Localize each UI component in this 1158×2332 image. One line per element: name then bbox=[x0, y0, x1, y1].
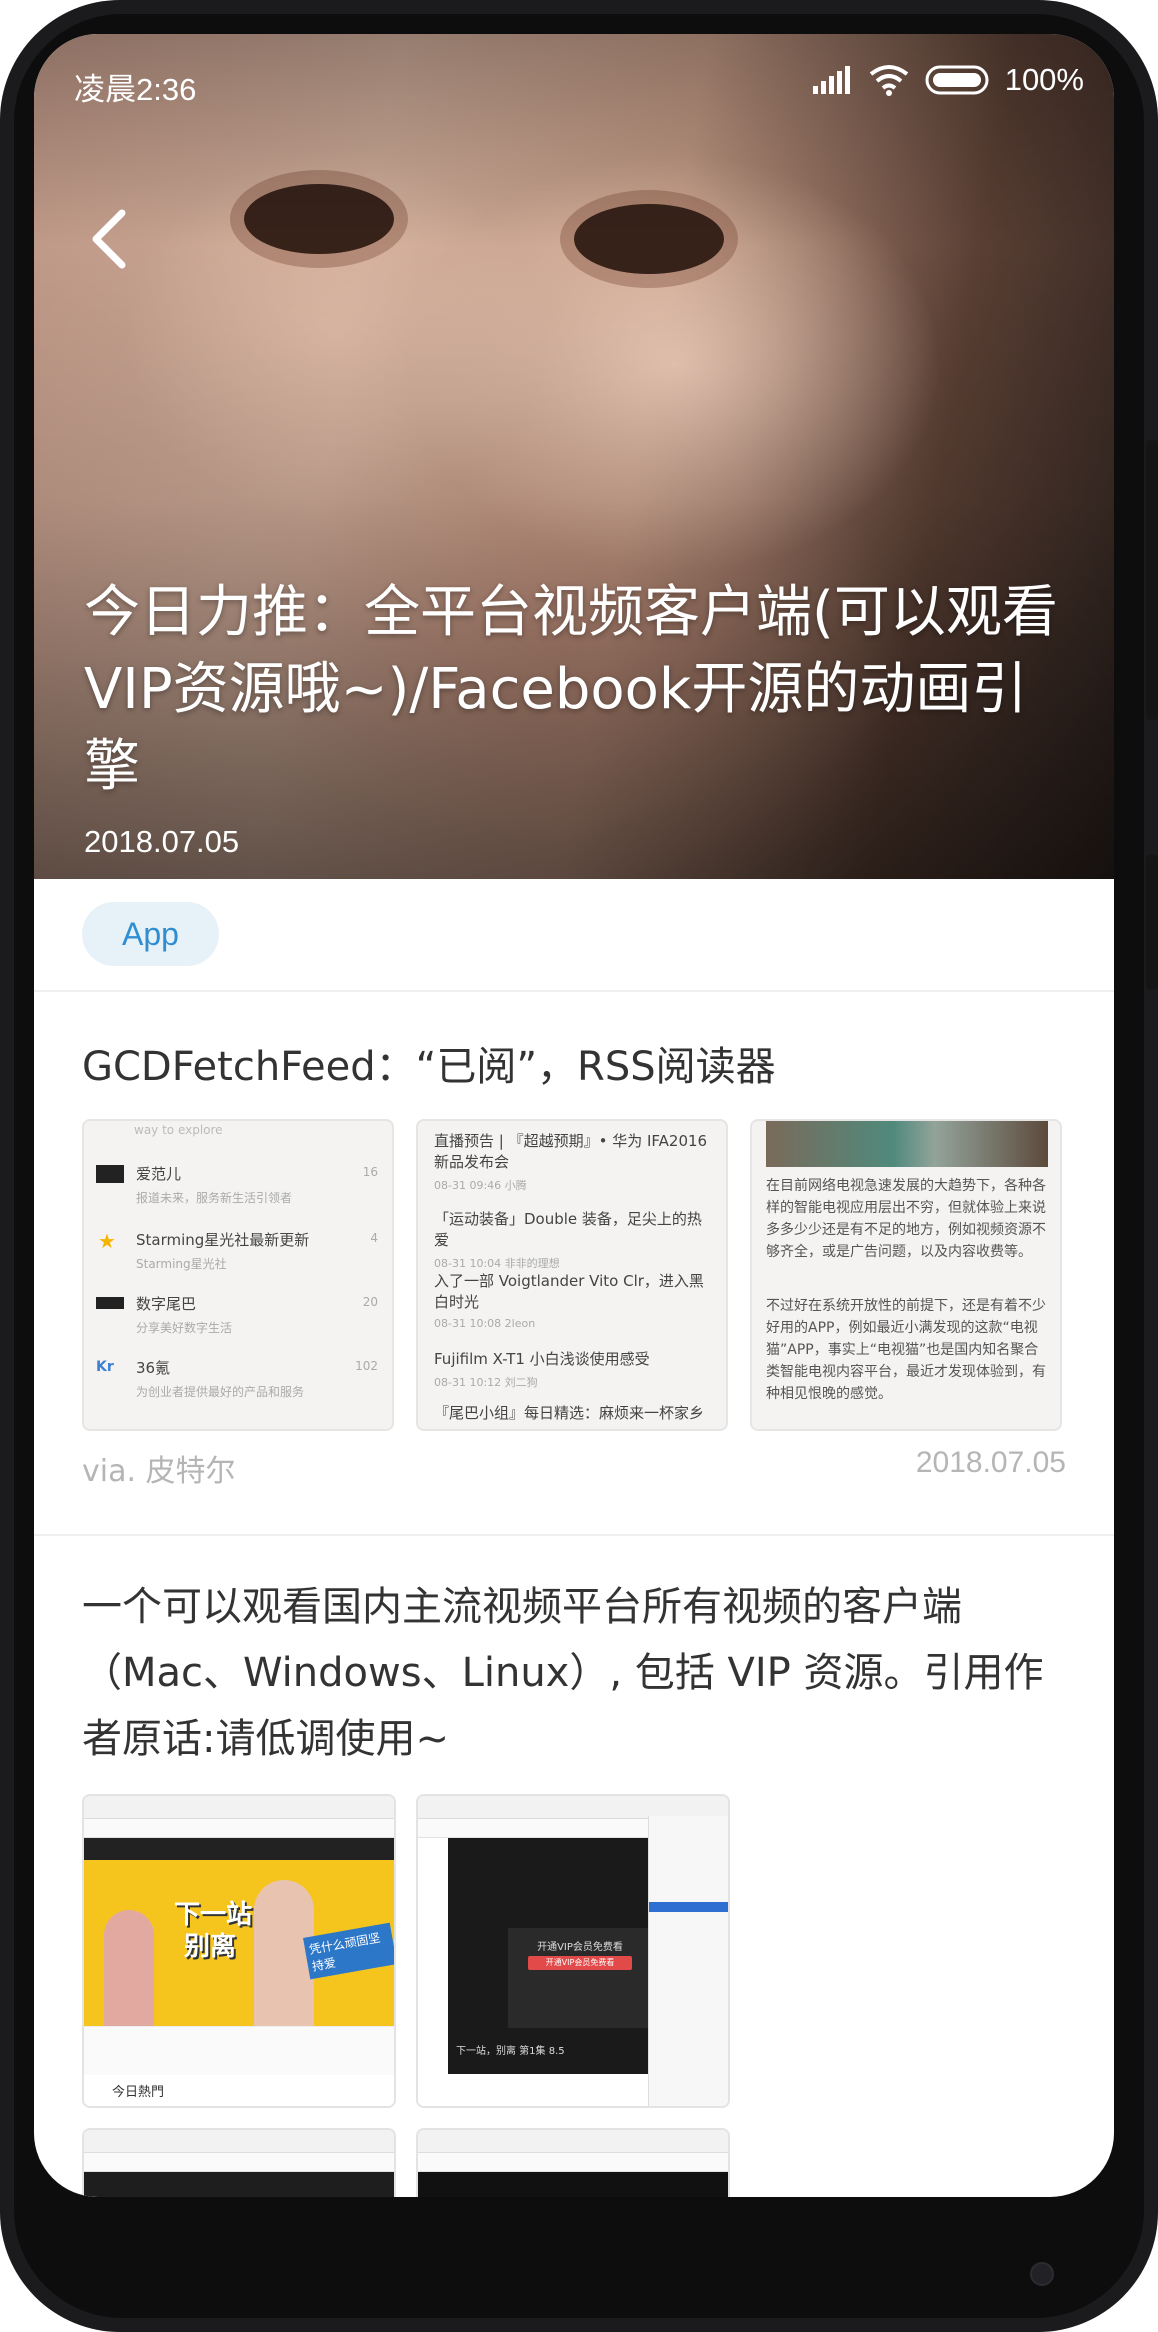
wifi-icon bbox=[869, 65, 908, 96]
screenshot-thumbnail-rss-list[interactable]: way to explore 爱范儿 16 报道未来，服务新生活引领者 ★ St… bbox=[82, 1119, 394, 1431]
status-icons: 100% bbox=[812, 62, 1084, 98]
feed-logo bbox=[96, 1297, 124, 1309]
category-tag[interactable]: App bbox=[82, 902, 219, 966]
thumb-header: way to explore bbox=[134, 1123, 223, 1137]
item-meta: 08-31 09:46 小腾 bbox=[434, 1179, 527, 1192]
feed-name: 爱范儿 bbox=[136, 1165, 182, 1183]
feed-count: 4 bbox=[370, 1231, 378, 1245]
episode-menu-selected bbox=[649, 1902, 728, 1912]
item-title: Fujifilm X-T1 小白浅谈使用感受 bbox=[434, 1350, 650, 1368]
page-date: 2018.07.05 bbox=[84, 824, 240, 859]
screenshot-thumbnail-video-app-2[interactable] bbox=[82, 2128, 396, 2197]
feed-name: 数字尾巴 bbox=[136, 1295, 197, 1313]
screenshot-thumbnail-article-text[interactable]: 在目前网络电视急速发展的大趋势下，各种各样的智能电视应用层出不穷，但就体验上来说… bbox=[750, 1119, 1062, 1431]
item-title: 「运动装备」Double 装备，足尖上的热爱 bbox=[434, 1210, 702, 1249]
banner-title-2: 别离 bbox=[184, 1932, 237, 1962]
chevron-left-icon bbox=[92, 209, 126, 269]
list-item: 直播预告 | 『超越预期』• 华为 IFA2016 新品发布会 08-31 09… bbox=[434, 1131, 714, 1193]
volume-button bbox=[1146, 440, 1158, 720]
banner-person bbox=[104, 1910, 154, 2026]
feed-count: 20 bbox=[362, 1295, 378, 1309]
feed-logo: Kr bbox=[96, 1359, 114, 1375]
article-source[interactable]: via. 皮特尔 bbox=[82, 1446, 236, 1490]
player-area bbox=[418, 2172, 728, 2197]
screenshot-thumbnail-video-app[interactable]: 下一站， 别离 凭什么顽固坚持爱 今日熱門 bbox=[82, 1794, 396, 2108]
screenshot-thumbnail-video-player-2[interactable] bbox=[416, 2128, 730, 2197]
item-title: 直播预告 | 『超越预期』• 华为 IFA2016 新品发布会 bbox=[434, 1132, 708, 1171]
address-bar bbox=[418, 2153, 728, 2172]
item-title: 『尾巴小组』每日精选：麻烦来一杯家乡 bbox=[434, 1404, 705, 1422]
banner-side-text: 凭什么顽固坚持爱 bbox=[303, 1922, 394, 1980]
list-item: 「运动装备」Double 装备，足尖上的热爱 08-31 10:04 非非的理想 bbox=[434, 1209, 714, 1271]
episode-menu bbox=[648, 1816, 728, 2106]
feed-count: 16 bbox=[362, 1165, 378, 1179]
back-button[interactable] bbox=[80, 199, 140, 279]
item-meta: 08-31 10:04 非非的理想 bbox=[434, 1257, 560, 1270]
site-header bbox=[84, 2172, 394, 2197]
star-icon: ★ bbox=[98, 1229, 116, 1253]
page-title: 今日力推：全平台视频客户端(可以观看VIP资源哦~)/Facebook开源的动画… bbox=[84, 580, 1058, 799]
section-title: 今日熱門 bbox=[112, 2085, 165, 2100]
window-titlebar bbox=[84, 2130, 394, 2153]
screen: 凌晨2:36 100% 今日力推：全平台视频客户端(可以观看VIP资源哦~)/F… bbox=[34, 34, 1114, 2197]
list-item: 『尾巴小组』每日精选：麻烦来一杯家乡 bbox=[434, 1403, 714, 1424]
thumb-text: 在目前网络电视急速发展的大趋势下，各种各样的智能电视应用层出不穷，但就体验上来说… bbox=[766, 1178, 1046, 1260]
window-titlebar bbox=[84, 1796, 394, 1819]
feed-count: 102 bbox=[355, 1359, 378, 1373]
thumb-photo bbox=[766, 1121, 1048, 1167]
video-grid bbox=[84, 2026, 394, 2075]
status-time: 凌晨2:36 bbox=[74, 72, 197, 107]
window-titlebar bbox=[418, 2130, 728, 2153]
divider bbox=[34, 1534, 1114, 1536]
feed-sub: 为创业者提供最好的产品和服务 bbox=[136, 1385, 305, 1399]
feed-name: Starming星光社最新更新 bbox=[136, 1231, 310, 1249]
phone-frame: 凌晨2:36 100% 今日力推：全平台视频客户端(可以观看VIP资源哦~)/F… bbox=[0, 0, 1158, 2332]
screenshot-thumbnail-video-player[interactable]: 开通VIP会员免费看 开通VIP会员免费看 下一站，别离 第1集 8.5 bbox=[416, 1794, 730, 2108]
screenshot-thumbnail-article-list[interactable]: 直播预告 | 『超越预期』• 华为 IFA2016 新品发布会 08-31 09… bbox=[416, 1119, 728, 1431]
signal-icon bbox=[812, 66, 850, 94]
vip-open-button: 开通VIP会员免费看 bbox=[528, 1956, 632, 1970]
list-item: 入了一部 Voigtlander Vito Clr，进入黑白时光 08-31 1… bbox=[434, 1271, 714, 1330]
hero-image: 凌晨2:36 100% 今日力推：全平台视频客户端(可以观看VIP资源哦~)/F… bbox=[34, 34, 1114, 879]
article-description: 一个可以观看国内主流视频平台所有视频的客户端（Mac、Windows、Linux… bbox=[82, 1584, 1044, 1762]
item-meta: 08-31 10:08 2leon bbox=[434, 1317, 536, 1330]
video-title: 下一站，别离 第1集 8.5 bbox=[456, 2046, 565, 2057]
feed-name: 36氪 bbox=[136, 1359, 171, 1377]
power-button bbox=[1146, 855, 1158, 990]
feed-sub: 分享美好数字生活 bbox=[136, 1321, 233, 1335]
feed-sub: Starming星光社 bbox=[136, 1257, 227, 1271]
list-item: Fujifilm X-T1 小白浅谈使用感受 08-31 10:12 刘二狗 bbox=[434, 1349, 714, 1390]
thumb-text: 不过好在系统开放性的前提下，还是有着不少好用的APP，例如最近小满发现的这款“电… bbox=[766, 1298, 1046, 1402]
article-date: 2018.07.05 bbox=[915, 1446, 1066, 1479]
promo-banner: 下一站， 别离 凭什么顽固坚持爱 bbox=[84, 1860, 394, 2026]
vip-overlay-text: 开通VIP会员免费看 bbox=[537, 1942, 623, 1953]
player-area: 开通VIP会员免费看 开通VIP会员免费看 下一站，别离 第1集 8.5 bbox=[448, 1838, 648, 2074]
battery-percent: 100% bbox=[1004, 62, 1084, 97]
feed-sub: 报道未来，服务新生活引领者 bbox=[136, 1191, 293, 1205]
feed-logo bbox=[96, 1165, 124, 1183]
article-title[interactable]: GCDFetchFeed：“已阅”，RSS阅读器 bbox=[82, 1034, 776, 1092]
site-header bbox=[84, 1838, 394, 1860]
battery-icon bbox=[925, 65, 989, 95]
address-bar bbox=[84, 1819, 394, 1838]
front-sensor bbox=[1030, 2262, 1054, 2286]
item-meta: 08-31 10:12 刘二狗 bbox=[434, 1376, 538, 1389]
address-bar bbox=[84, 2153, 394, 2172]
status-bar: 凌晨2:36 100% bbox=[34, 34, 1114, 144]
divider bbox=[34, 990, 1114, 992]
item-title: 入了一部 Voigtlander Vito Clr，进入黑白时光 bbox=[434, 1272, 704, 1311]
